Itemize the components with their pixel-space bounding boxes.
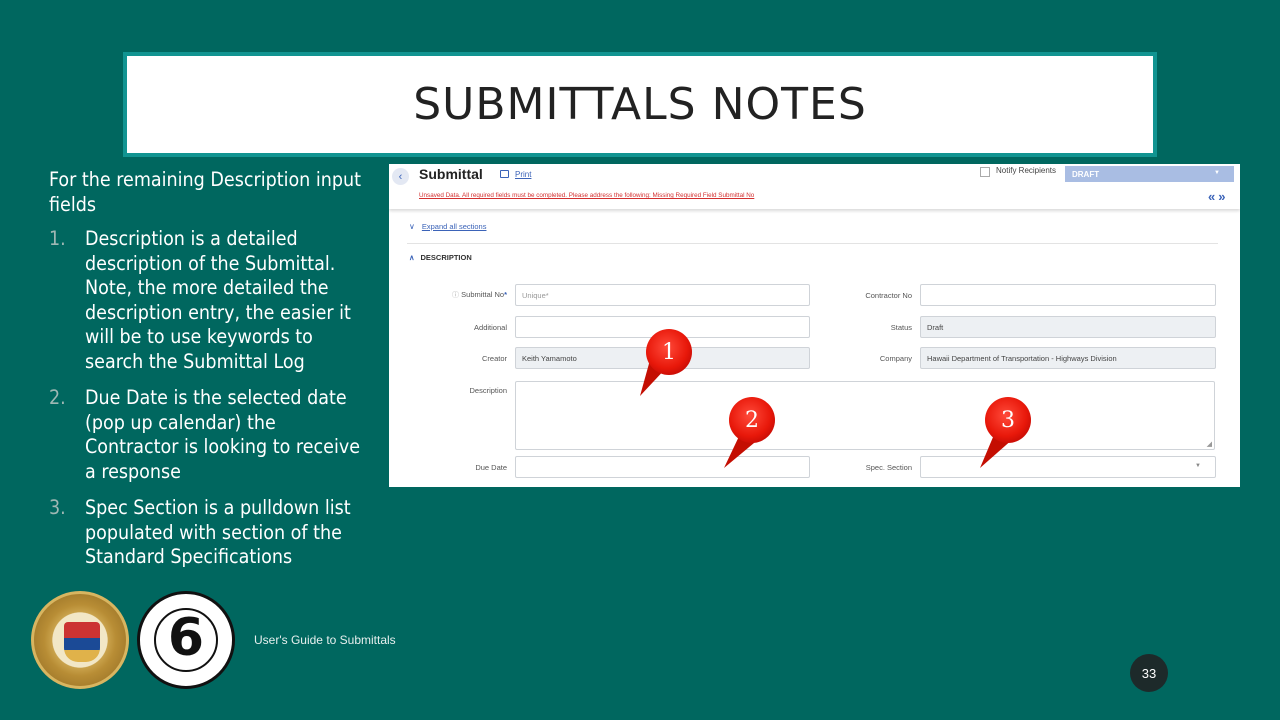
printer-icon[interactable] [500,170,509,178]
notes-list: 1. Description is a detailed description … [49,227,371,570]
submittal-no-label-text: Submittal No [461,290,505,299]
chevron-up-icon: ∧ [409,253,415,262]
caret-down-icon: ▼ [1195,463,1201,469]
resize-handle-icon[interactable]: ◢ [1207,440,1212,448]
description-section-header[interactable]: ∧ DESCRIPTION [409,253,472,262]
required-mark: * [504,290,507,299]
page-number: 33 [1130,654,1168,692]
section-title: DESCRIPTION [420,253,472,262]
list-text: Description is a detailed description of… [85,227,351,373]
list-item: 3. Spec Section is a pulldown list popula… [49,496,371,570]
back-button[interactable]: ‹ [392,168,409,185]
list-text: Spec Section is a pulldown list populate… [85,496,351,568]
chevron-left-icon: ‹ [398,170,403,183]
callout-marker-1: 1 [646,329,692,375]
seal-shield-icon [64,622,100,662]
department-of-transportation-seal: 6 [137,591,235,689]
status-label: Status [890,323,912,332]
additional-label: Additional [474,323,507,332]
state-of-hawaii-seal [31,591,129,689]
title-box: SUBMITTALS NOTES [123,52,1157,157]
company-field: Hawaii Department of Transportation - Hi… [920,347,1216,369]
spec-section-label: Spec. Section [865,463,912,472]
list-item: 2. Due Date is the selected date (pop up … [49,386,371,484]
list-number: 3. [49,496,66,519]
info-icon: ⓘ [452,292,460,299]
submittal-screenshot: ‹ Submittal Print Notify Recipients DRAF… [389,164,1240,487]
print-link[interactable]: Print [515,170,531,179]
collapse-expand-icon[interactable]: «» [1208,189,1228,204]
due-date-label: Due Date [475,463,507,472]
hawaii-dot-logo-icon: 6 [167,608,205,668]
divider [407,243,1218,244]
list-number: 2. [49,386,66,409]
submittal-header: ‹ Submittal Print Notify Recipients DRAF… [389,164,1240,209]
notify-recipients-label: Notify Recipients [996,166,1057,175]
list-text: Due Date is the selected date (pop up ca… [85,386,360,483]
submittal-no-input[interactable]: Unique* [515,284,810,306]
chevron-down-icon: ∨ [409,222,415,231]
status-field: Draft [920,316,1216,338]
contractor-no-label: Contractor No [865,291,912,300]
callout-marker-2: 2 [729,397,775,443]
list-item: 1. Description is a detailed description … [49,227,371,374]
list-number: 1. [49,227,66,250]
spec-section-dropdown[interactable]: ▼ [920,456,1216,478]
unsaved-warning[interactable]: Unsaved Data. All required fields must b… [419,192,754,199]
description-textarea[interactable]: ◢ [515,381,1215,450]
description-label: Description [469,386,507,395]
submittal-no-placeholder: Unique* [522,291,549,300]
contractor-no-input[interactable] [920,284,1216,306]
status-dropdown[interactable]: DRAFT ▼ [1065,166,1234,182]
expand-all-row[interactable]: ∨ Expand all sections [409,222,486,231]
slide-title: SUBMITTALS NOTES [413,79,867,130]
callout-marker-3: 3 [985,397,1031,443]
notify-recipients-checkbox[interactable] [980,167,990,177]
expand-all-link[interactable]: Expand all sections [422,222,487,231]
footer-text: User's Guide to Submittals [254,633,396,647]
creator-label: Creator [481,354,507,363]
submittal-no-label: ⓘ Submittal No* [429,290,507,300]
intro-text: For the remaining Description input fiel… [49,168,362,216]
company-label: Company [879,354,912,363]
status-dropdown-value: DRAFT [1072,170,1100,179]
notes-text: For the remaining Description input fiel… [49,168,371,582]
submittal-title: Submittal [419,166,483,182]
caret-down-icon: ▼ [1214,170,1220,176]
